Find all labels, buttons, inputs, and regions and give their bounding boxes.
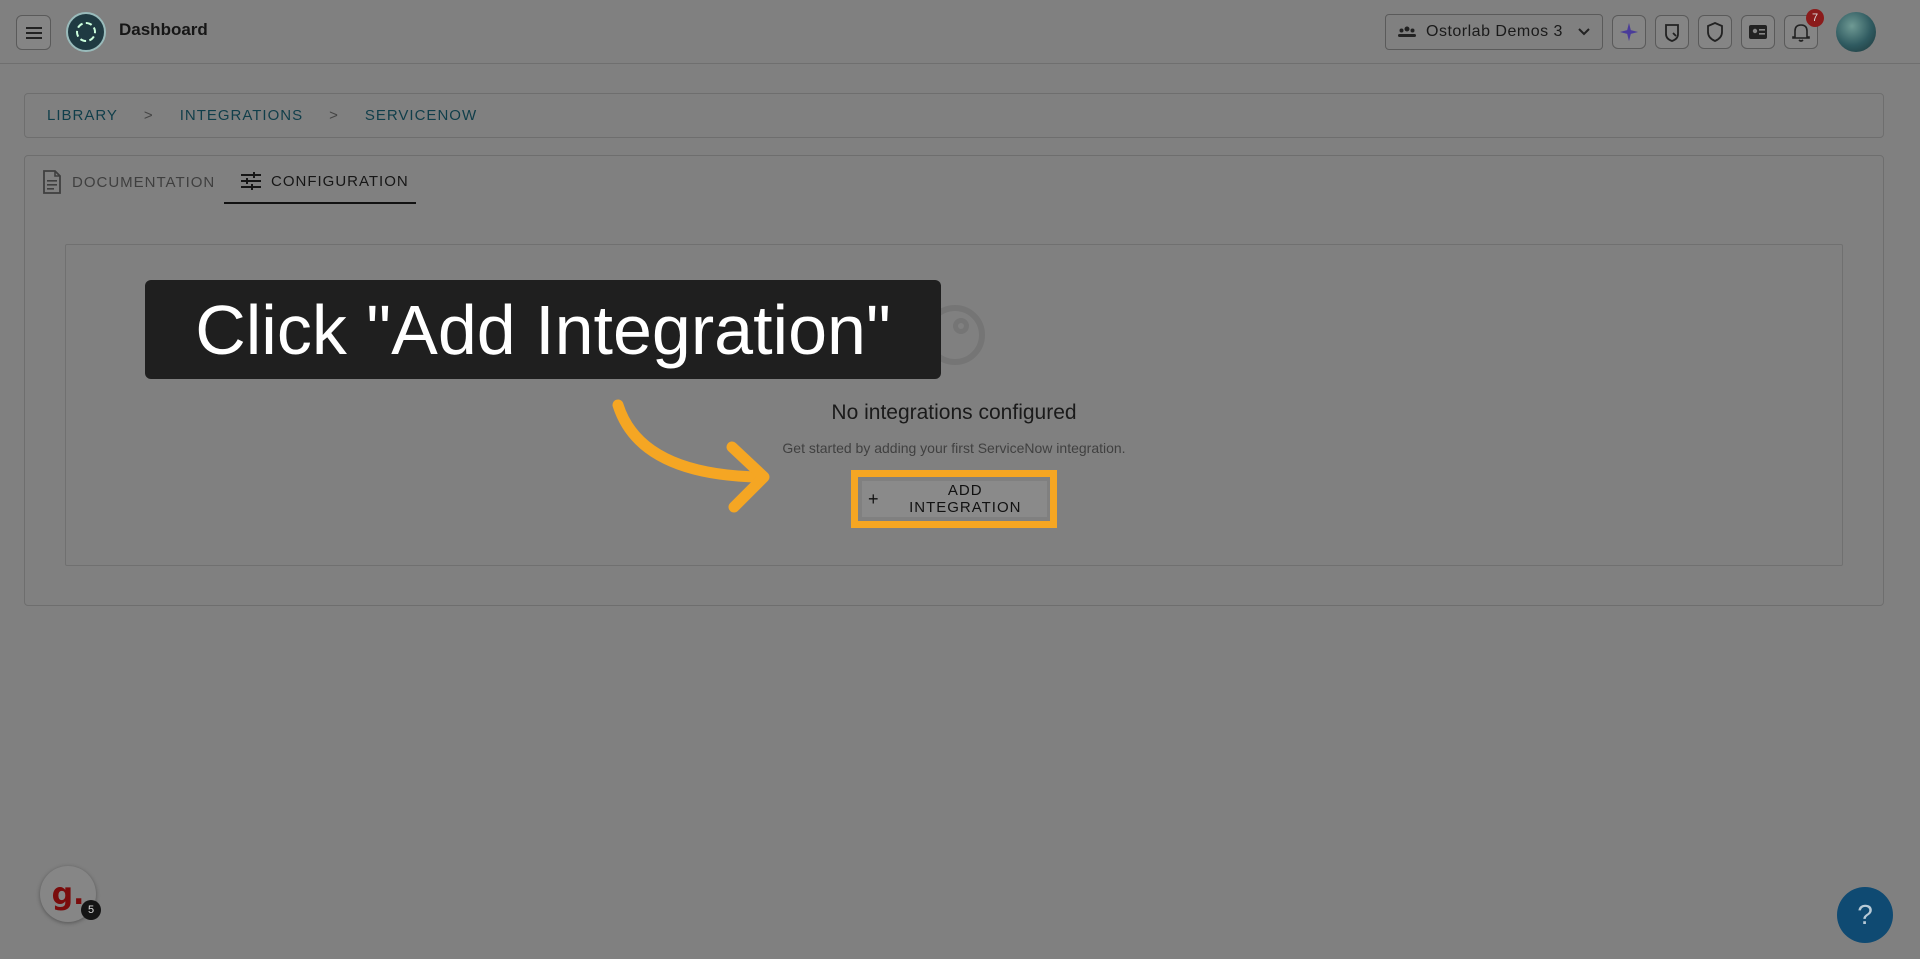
add-integration-label: ADD INTEGRATION xyxy=(909,482,1022,516)
bell-icon xyxy=(1792,24,1810,42)
breadcrumb-library[interactable]: LIBRARY xyxy=(47,107,118,124)
sliders-icon xyxy=(241,172,261,190)
tab-configuration[interactable]: CONFIGURATION xyxy=(224,160,416,204)
tab-documentation-label: DOCUMENTATION xyxy=(72,173,216,191)
add-integration-button[interactable]: + ADD INTEGRATION xyxy=(862,481,1047,517)
empty-state-subtitle: Get started by adding your first Service… xyxy=(782,440,1126,456)
security-button[interactable] xyxy=(1698,15,1732,49)
ai-assistant-button[interactable] xyxy=(1612,15,1646,49)
notification-count-badge: 7 xyxy=(1806,9,1824,27)
organization-name: Ostorlab Demos 3 xyxy=(1426,23,1563,40)
id-card-icon xyxy=(1749,25,1767,39)
user-avatar[interactable] xyxy=(1836,12,1876,52)
document-icon xyxy=(43,170,61,194)
breadcrumb: LIBRARY > INTEGRATIONS > SERVICENOW xyxy=(24,93,1884,138)
refresh-shield-icon xyxy=(1665,24,1679,42)
team-icon xyxy=(1398,26,1416,37)
gist-count-badge: 5 xyxy=(81,900,101,920)
app-title[interactable]: Dashboard xyxy=(119,20,208,40)
chevron-down-icon xyxy=(1578,28,1590,36)
pointer-arrow-icon xyxy=(612,399,770,513)
organization-selector[interactable]: Ostorlab Demos 3 xyxy=(1385,14,1603,50)
menu-icon xyxy=(25,26,42,39)
ostorlab-logo[interactable] xyxy=(66,12,106,52)
scan-button[interactable] xyxy=(1655,15,1689,49)
help-button[interactable]: ? xyxy=(1837,887,1893,943)
shield-icon xyxy=(1707,22,1723,42)
plus-icon: + xyxy=(868,488,880,509)
breadcrumb-separator: > xyxy=(329,107,339,124)
empty-state-title: No integrations configured xyxy=(831,401,1077,424)
breadcrumb-separator: > xyxy=(143,107,154,124)
breadcrumb-servicenow: SERVICENOW xyxy=(364,107,478,124)
contacts-button[interactable] xyxy=(1741,15,1775,49)
tab-documentation[interactable]: DOCUMENTATION xyxy=(42,160,215,204)
sparkle-icon xyxy=(1619,22,1639,42)
menu-button[interactable] xyxy=(16,15,51,50)
tab-configuration-label: CONFIGURATION xyxy=(271,172,409,190)
breadcrumb-integrations[interactable]: INTEGRATIONS xyxy=(180,107,303,124)
tutorial-callout: Click "Add Integration" xyxy=(145,280,941,379)
